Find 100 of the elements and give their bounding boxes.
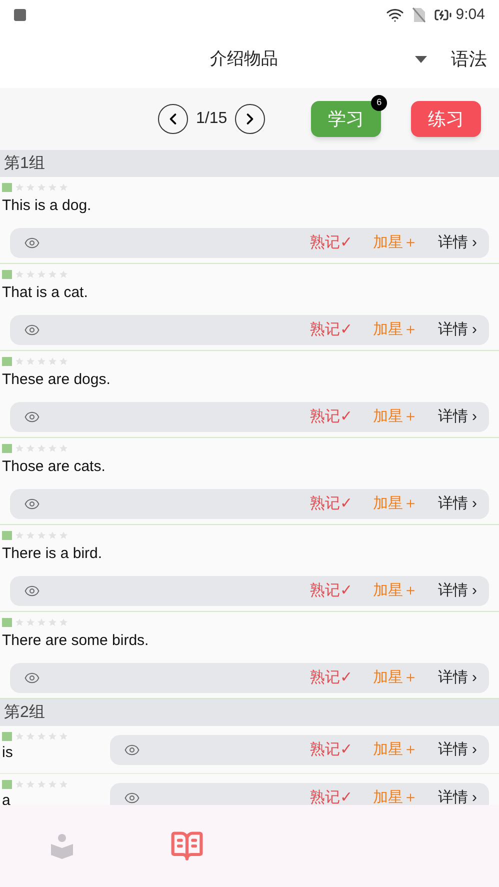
sentence-text: This is a dog.: [2, 196, 92, 216]
action-link[interactable]: 加星＋: [372, 318, 418, 342]
star-icon: [15, 618, 24, 627]
star-icon: [59, 357, 68, 366]
star-rating[interactable]: [15, 270, 68, 279]
page-indicator: 1/15: [196, 109, 228, 129]
status-square: [2, 444, 12, 453]
action-link[interactable]: 熟记✓: [310, 738, 353, 762]
status-square: [2, 732, 12, 741]
star-icon: [59, 732, 68, 741]
status-square: [2, 780, 12, 789]
status-square: [2, 270, 12, 279]
eye-icon[interactable]: [24, 235, 40, 251]
status-square: [2, 531, 12, 540]
star-icon: [37, 780, 46, 789]
star-icon: [37, 357, 46, 366]
next-page-button[interactable]: [235, 104, 266, 134]
star-icon: [59, 780, 68, 789]
group-title: 第1组: [4, 154, 45, 174]
action-link[interactable]: 加星＋: [372, 666, 418, 690]
eye-icon[interactable]: [124, 742, 140, 758]
eye-icon[interactable]: [24, 496, 40, 512]
star-rating[interactable]: [15, 780, 68, 789]
star-icon: [59, 183, 68, 192]
action-link[interactable]: 熟记✓: [310, 666, 353, 690]
action-link[interactable]: 加星＋: [372, 232, 418, 254]
eye-icon[interactable]: [24, 583, 40, 599]
previous-page-button[interactable]: [158, 104, 188, 134]
eye-icon[interactable]: [24, 670, 40, 686]
eye-icon[interactable]: [24, 322, 40, 338]
word-text: is: [2, 744, 13, 761]
star-icon: [15, 183, 24, 192]
action-link[interactable]: 详情 ›: [438, 406, 477, 428]
star-rating[interactable]: [15, 732, 68, 741]
sentence-text: There are some birds.: [2, 630, 149, 651]
action-link[interactable]: 熟记✓: [310, 232, 353, 254]
star-icon: [59, 270, 68, 279]
action-link[interactable]: 详情 ›: [438, 232, 477, 254]
star-icon: [26, 618, 35, 627]
star-icon: [37, 270, 46, 279]
status-time: 9:04: [456, 4, 485, 25]
action-link[interactable]: 熟记✓: [310, 786, 353, 805]
star-rating[interactable]: [15, 183, 68, 192]
star-icon: [26, 357, 35, 366]
star-icon: [48, 732, 57, 741]
action-link[interactable]: 详情 ›: [438, 666, 477, 690]
dropdown-caret-icon[interactable]: [415, 56, 427, 62]
star-icon: [37, 618, 46, 627]
status-square: [2, 618, 12, 627]
star-icon: [48, 618, 57, 627]
star-icon: [26, 444, 35, 453]
star-icon: [15, 444, 24, 453]
star-rating[interactable]: [15, 531, 68, 540]
action-link[interactable]: 熟记✓: [310, 406, 353, 428]
action-link[interactable]: 加星＋: [372, 580, 418, 602]
action-link[interactable]: 详情 ›: [438, 738, 477, 762]
action-link[interactable]: 详情 ›: [438, 786, 477, 805]
star-icon: [48, 780, 57, 789]
action-link[interactable]: 加星＋: [372, 492, 418, 516]
action-link[interactable]: 熟记✓: [310, 580, 353, 602]
star-rating[interactable]: [15, 357, 68, 366]
star-icon: [37, 183, 46, 192]
star-icon: [26, 183, 35, 192]
practice-button[interactable]: 练习: [411, 101, 482, 137]
star-rating[interactable]: [15, 618, 68, 627]
star-icon: [15, 780, 24, 789]
grammar-link[interactable]: 语法: [451, 46, 487, 72]
reader-icon: [49, 833, 76, 859]
star-icon: [48, 531, 57, 540]
sentence-text: These are dogs.: [2, 370, 110, 390]
action-link[interactable]: 加星＋: [372, 406, 418, 428]
no-sim-icon: [412, 7, 426, 23]
action-link[interactable]: 加星＋: [372, 786, 418, 805]
lesson-title[interactable]: 介绍物品: [210, 46, 278, 72]
action-link[interactable]: 详情 ›: [438, 318, 477, 342]
sentence-text: Those are cats.: [2, 456, 106, 477]
eye-icon[interactable]: [24, 409, 40, 425]
star-rating[interactable]: [15, 444, 68, 453]
star-icon: [48, 270, 57, 279]
word-text: a: [2, 792, 10, 805]
star-icon: [26, 270, 35, 279]
count-badge: 6: [371, 95, 388, 111]
action-link[interactable]: 熟记✓: [310, 318, 353, 342]
star-icon: [59, 618, 68, 627]
action-link[interactable]: 熟记✓: [310, 492, 353, 516]
star-icon: [59, 531, 68, 540]
star-icon: [37, 444, 46, 453]
action-link[interactable]: 详情 ›: [438, 492, 477, 516]
book-icon: [170, 829, 204, 863]
sentence-text: That is a cat.: [2, 282, 88, 303]
star-icon: [37, 732, 46, 741]
star-icon: [48, 444, 57, 453]
star-icon: [15, 732, 24, 741]
action-link[interactable]: 加星＋: [372, 738, 418, 762]
star-icon: [26, 531, 35, 540]
star-icon: [15, 531, 24, 540]
star-icon: [59, 444, 68, 453]
star-icon: [26, 780, 35, 789]
eye-icon[interactable]: [124, 790, 140, 805]
action-link[interactable]: 详情 ›: [438, 580, 477, 602]
